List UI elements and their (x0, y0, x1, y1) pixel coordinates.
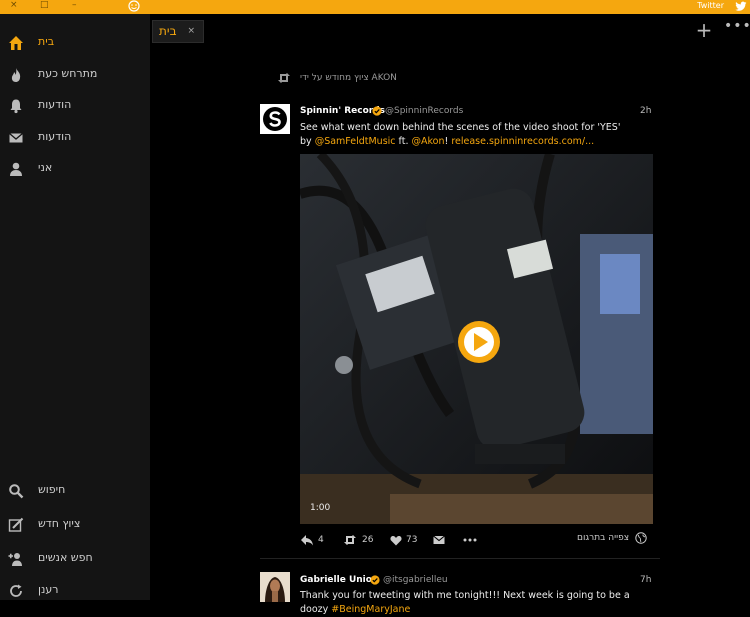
tab-bar: בית × + ••• (150, 14, 750, 48)
video-thumbnail[interactable] (300, 154, 653, 524)
tab-close-button[interactable]: × (187, 26, 195, 36)
person-icon (10, 162, 22, 176)
url-link[interactable]: release.spinninrecords.com/... (451, 136, 594, 147)
sidebar-item-home[interactable]: בית (0, 28, 150, 58)
like-count: 73 (406, 535, 418, 545)
tab-label: בית (159, 24, 177, 38)
retweet-button[interactable]: 26 (342, 532, 373, 548)
tweet-text-line: See what went down behind the scenes of … (300, 122, 621, 133)
mention-link[interactable]: @SamFeldtMusic (315, 136, 396, 147)
author-handle[interactable]: @itsgabrielleu (383, 575, 448, 585)
sidebar-item-label: מתרחש כעת (38, 67, 98, 80)
close-window-button[interactable]: × (10, 0, 18, 11)
tweet-timestamp[interactable]: 2h (640, 106, 651, 116)
sidebar-item-me[interactable]: אני (0, 154, 150, 184)
tab-home[interactable]: בית × (152, 20, 204, 43)
sidebar-item-messages[interactable]: הודעות (0, 123, 150, 153)
retweet-count: 26 (362, 535, 374, 545)
globe-icon[interactable] (635, 532, 647, 544)
profile-photo-image (260, 572, 290, 602)
sidebar-item-label: בית (38, 35, 55, 48)
avatar[interactable] (260, 104, 290, 134)
timeline[interactable]: ציוץ מחודש על ידי AKON Spinnin' Records … (150, 48, 750, 615)
ellipsis-icon (463, 538, 477, 542)
reply-icon (301, 535, 313, 546)
title-bar: × □ – Twitter (0, 0, 750, 14)
sidebar-item-refresh[interactable]: רענן (0, 576, 150, 606)
compose-icon (8, 517, 24, 532)
spinnin-logo-icon (263, 107, 287, 131)
envelope-icon (9, 133, 23, 143)
flame-icon (11, 68, 21, 82)
search-icon (9, 484, 24, 499)
sidebar-item-new-tweet[interactable]: ציוץ חדש (0, 510, 150, 540)
reply-button[interactable]: 4 (300, 532, 324, 548)
add-person-icon (8, 553, 22, 566)
home-icon (9, 36, 23, 50)
like-button[interactable]: 73 (390, 532, 417, 548)
heart-icon (390, 535, 402, 545)
verified-badge-icon (370, 575, 380, 585)
sidebar-item-label: ציוץ חדש (38, 517, 81, 530)
retweet-icon (278, 73, 290, 83)
sidebar-item-label: אני (38, 161, 53, 174)
avatar[interactable] (260, 572, 290, 602)
verified-badge-icon (372, 106, 382, 116)
author-handle[interactable]: @SpinninRecords (385, 106, 463, 116)
bell-icon (10, 99, 22, 114)
retweet-note: ציוץ מחודש על ידי AKON (300, 73, 397, 83)
add-column-button[interactable]: + (694, 20, 714, 40)
video-duration: 1:00 (310, 503, 331, 513)
mention-link[interactable]: @Akon (411, 136, 444, 147)
view-translation-link[interactable]: צפייה בתרגום (577, 533, 629, 543)
main-column: בית × + ••• ציוץ מחודש על ידי AKON Spinn… (150, 14, 750, 615)
more-options-button[interactable]: ••• (724, 18, 750, 38)
sidebar-item-search[interactable]: חיפוש (0, 476, 150, 506)
direct-message-button[interactable] (433, 532, 445, 548)
sidebar-item-label: הודעות (38, 130, 72, 143)
reply-count: 4 (318, 535, 324, 545)
tweet-timestamp[interactable]: 7h (640, 575, 651, 585)
sidebar-item-label: חיפוש (38, 483, 66, 496)
sidebar-item-find-people[interactable]: חפש אנשים (0, 544, 150, 574)
app-title: Twitter (697, 1, 724, 10)
sidebar: בית מתרחש כעת הודעות הודעות אני חיפוש צי… (0, 14, 150, 600)
envelope-icon (433, 535, 445, 544)
tweet-text-part: by (300, 136, 315, 147)
retweet-icon (344, 535, 356, 545)
more-actions-button[interactable] (463, 532, 477, 548)
sidebar-item-label: הודעות (38, 98, 72, 111)
tweet-divider (260, 558, 660, 559)
sidebar-item-label: רענן (38, 583, 59, 596)
refresh-icon (10, 584, 22, 597)
twitter-bird-icon (735, 1, 747, 11)
maximize-window-button[interactable]: □ (40, 0, 49, 11)
sidebar-item-label: חפש אנשים (38, 551, 93, 564)
emoji-icon[interactable] (128, 0, 140, 12)
author-name[interactable]: Gabrielle Union (300, 575, 378, 585)
play-icon[interactable] (457, 320, 501, 364)
hashtag-link[interactable]: #BeingMaryJane (331, 604, 410, 615)
tweet-text-part: ft. (395, 136, 412, 147)
sidebar-item-trending[interactable]: מתרחש כעת (0, 60, 150, 90)
tweet-text: Thank you for tweeting with me tonight!!… (300, 589, 630, 617)
tweet-text: See what went down behind the scenes of … (300, 121, 630, 149)
minimize-window-button[interactable]: – (72, 0, 77, 11)
sidebar-item-notifications[interactable]: הודעות (0, 91, 150, 121)
